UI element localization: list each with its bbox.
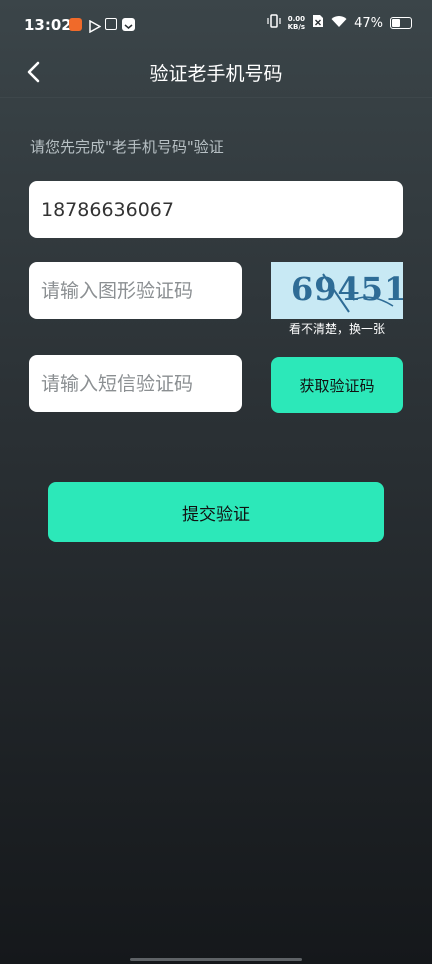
sms-code-input[interactable] xyxy=(29,355,242,412)
battery-percent: 47% xyxy=(354,15,383,31)
phone-input[interactable] xyxy=(29,181,403,238)
header-divider xyxy=(0,97,432,98)
submit-verification-button[interactable]: 提交验证 xyxy=(48,482,384,542)
get-sms-code-button[interactable]: 获取验证码 xyxy=(271,357,403,413)
vibrate-icon xyxy=(267,14,281,32)
store-notification-icon xyxy=(105,18,117,30)
captcha-input[interactable] xyxy=(29,262,242,319)
network-speed: 0.00 KB/s xyxy=(288,15,305,31)
verification-hint: 请您先完成"老手机号码"验证 xyxy=(30,138,224,156)
no-sim-icon xyxy=(312,14,324,32)
home-indicator[interactable] xyxy=(130,958,302,961)
message-notification-icon xyxy=(122,18,135,31)
network-speed-value: 0.00 xyxy=(287,15,305,23)
page-title: 验证老手机号码 xyxy=(149,63,283,85)
wifi-icon xyxy=(331,15,347,32)
network-speed-unit: KB/s xyxy=(287,23,306,31)
captcha-noise-lines xyxy=(322,273,394,313)
app-notification-icon xyxy=(69,18,82,31)
status-time: 13:02 xyxy=(24,16,72,34)
header: 验证老手机号码 xyxy=(0,48,432,96)
captcha-image[interactable]: 69451 xyxy=(271,262,403,319)
play-notification-icon xyxy=(88,18,102,34)
captcha-refresh-link[interactable]: 看不清楚，换一张 xyxy=(271,320,403,337)
status-right: 0.00 KB/s 47% xyxy=(267,14,412,32)
status-bar: 13:02 0.00 KB/s 47% xyxy=(0,0,432,48)
battery-icon xyxy=(390,17,412,29)
